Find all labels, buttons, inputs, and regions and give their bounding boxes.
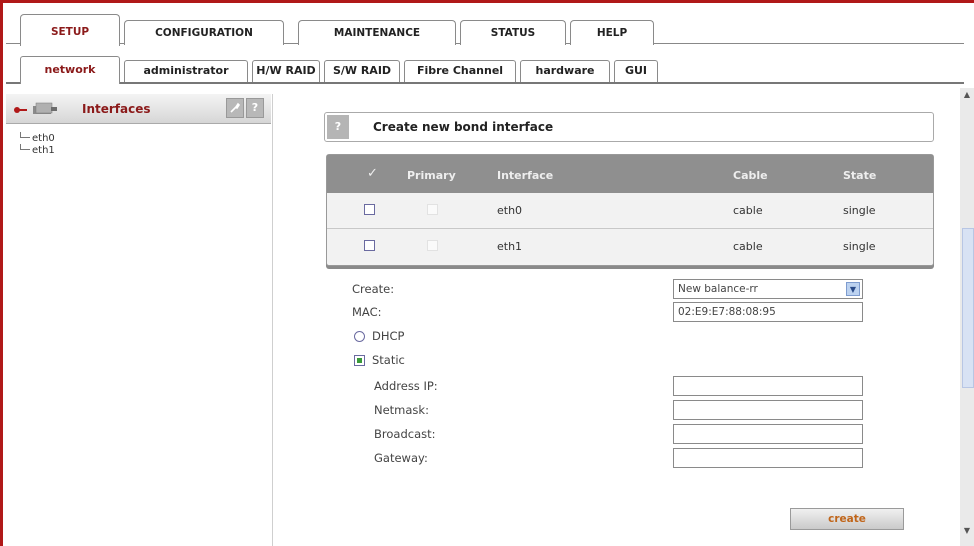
cable-cell: cable: [733, 240, 763, 253]
tab-maintenance[interactable]: MAINTENANCE: [298, 20, 456, 45]
tree-item-label: eth1: [32, 145, 55, 156]
interfaces-table: ✓ Primary Interface Cable State eth0 cab…: [326, 154, 934, 266]
interface-column-header: Interface: [497, 169, 554, 182]
tab-configuration[interactable]: CONFIGURATION: [124, 20, 284, 45]
tree-item-eth0[interactable]: eth0: [16, 132, 55, 144]
top-tab-bar: SETUP CONFIGURATION MAINTENANCE STATUS H…: [6, 10, 964, 46]
tree-item-label: eth0: [32, 133, 55, 144]
tab-status[interactable]: STATUS: [460, 20, 566, 45]
dhcp-label: DHCP: [372, 329, 405, 343]
state-cell: single: [843, 204, 876, 217]
table-header: ✓ Primary Interface Cable State: [327, 155, 933, 193]
primary-checkbox: [427, 204, 438, 215]
left-panel-header: Interfaces ?: [6, 94, 271, 124]
primary-column-header: Primary: [407, 169, 456, 182]
subtab-hw-raid[interactable]: H/W RAID: [252, 60, 320, 82]
select-column-header: ✓: [367, 166, 378, 181]
scroll-down-icon[interactable]: ▼: [960, 524, 974, 538]
wrench-icon[interactable]: [226, 98, 244, 118]
subtab-network[interactable]: network: [20, 56, 120, 84]
left-panel-title: Interfaces: [82, 102, 151, 116]
dhcp-radio[interactable]: [354, 331, 365, 342]
select-checkbox[interactable]: [364, 240, 375, 251]
section-title: Create new bond interface: [373, 120, 554, 134]
help-icon[interactable]: ?: [246, 98, 264, 118]
tree-item-eth1[interactable]: eth1: [16, 144, 55, 156]
table-row: eth0 cable single: [327, 193, 933, 227]
left-panel: Interfaces ? eth0 eth1: [6, 94, 273, 546]
interface-cell: eth0: [497, 204, 523, 217]
create-mode-value: New balance-rr: [678, 283, 758, 295]
netmask-input[interactable]: [673, 400, 863, 420]
scroll-thumb[interactable]: [962, 228, 974, 388]
sub-tab-bar: network administrator H/W RAID S/W RAID …: [6, 44, 964, 84]
network-device-icon: [33, 102, 57, 114]
create-label: Create:: [352, 282, 395, 296]
broadcast-label: Broadcast:: [374, 427, 436, 441]
create-mode-select[interactable]: New balance-rr ▼: [673, 279, 863, 299]
indicator-line: [19, 109, 27, 111]
vertical-scrollbar[interactable]: ▲ ▼: [960, 88, 974, 546]
interface-tree: eth0 eth1: [16, 132, 55, 156]
chevron-down-icon[interactable]: ▼: [846, 282, 860, 296]
subtab-sw-raid[interactable]: S/W RAID: [324, 60, 400, 82]
static-checkbox[interactable]: [354, 355, 365, 366]
address-ip-input[interactable]: [673, 376, 863, 396]
table-row: eth1 cable single: [327, 228, 933, 262]
section-header: ? Create new bond interface: [324, 112, 934, 142]
mac-label: MAC:: [352, 305, 382, 319]
scroll-up-icon[interactable]: ▲: [960, 88, 974, 102]
address-ip-label: Address IP:: [374, 379, 438, 393]
netmask-label: Netmask:: [374, 403, 429, 417]
subtab-administrator[interactable]: administrator: [124, 60, 248, 82]
static-label: Static: [372, 353, 405, 367]
main-content: ? Create new bond interface ✓ Primary In…: [274, 94, 960, 546]
state-column-header: State: [843, 169, 877, 182]
subtab-hardware[interactable]: hardware: [520, 60, 610, 82]
tab-help[interactable]: HELP: [570, 20, 654, 45]
interface-cell: eth1: [497, 240, 523, 253]
broadcast-input[interactable]: [673, 424, 863, 444]
state-cell: single: [843, 240, 876, 253]
cable-column-header: Cable: [733, 169, 768, 182]
primary-checkbox: [427, 240, 438, 251]
mac-input[interactable]: [673, 302, 863, 322]
help-icon[interactable]: ?: [327, 115, 349, 139]
subtab-gui[interactable]: GUI: [614, 60, 658, 82]
gateway-input[interactable]: [673, 448, 863, 468]
create-button[interactable]: create: [790, 508, 904, 530]
gateway-label: Gateway:: [374, 451, 428, 465]
cable-cell: cable: [733, 204, 763, 217]
select-checkbox[interactable]: [364, 204, 375, 215]
subtab-fibre-channel[interactable]: Fibre Channel: [404, 60, 516, 82]
tab-setup[interactable]: SETUP: [20, 14, 120, 46]
